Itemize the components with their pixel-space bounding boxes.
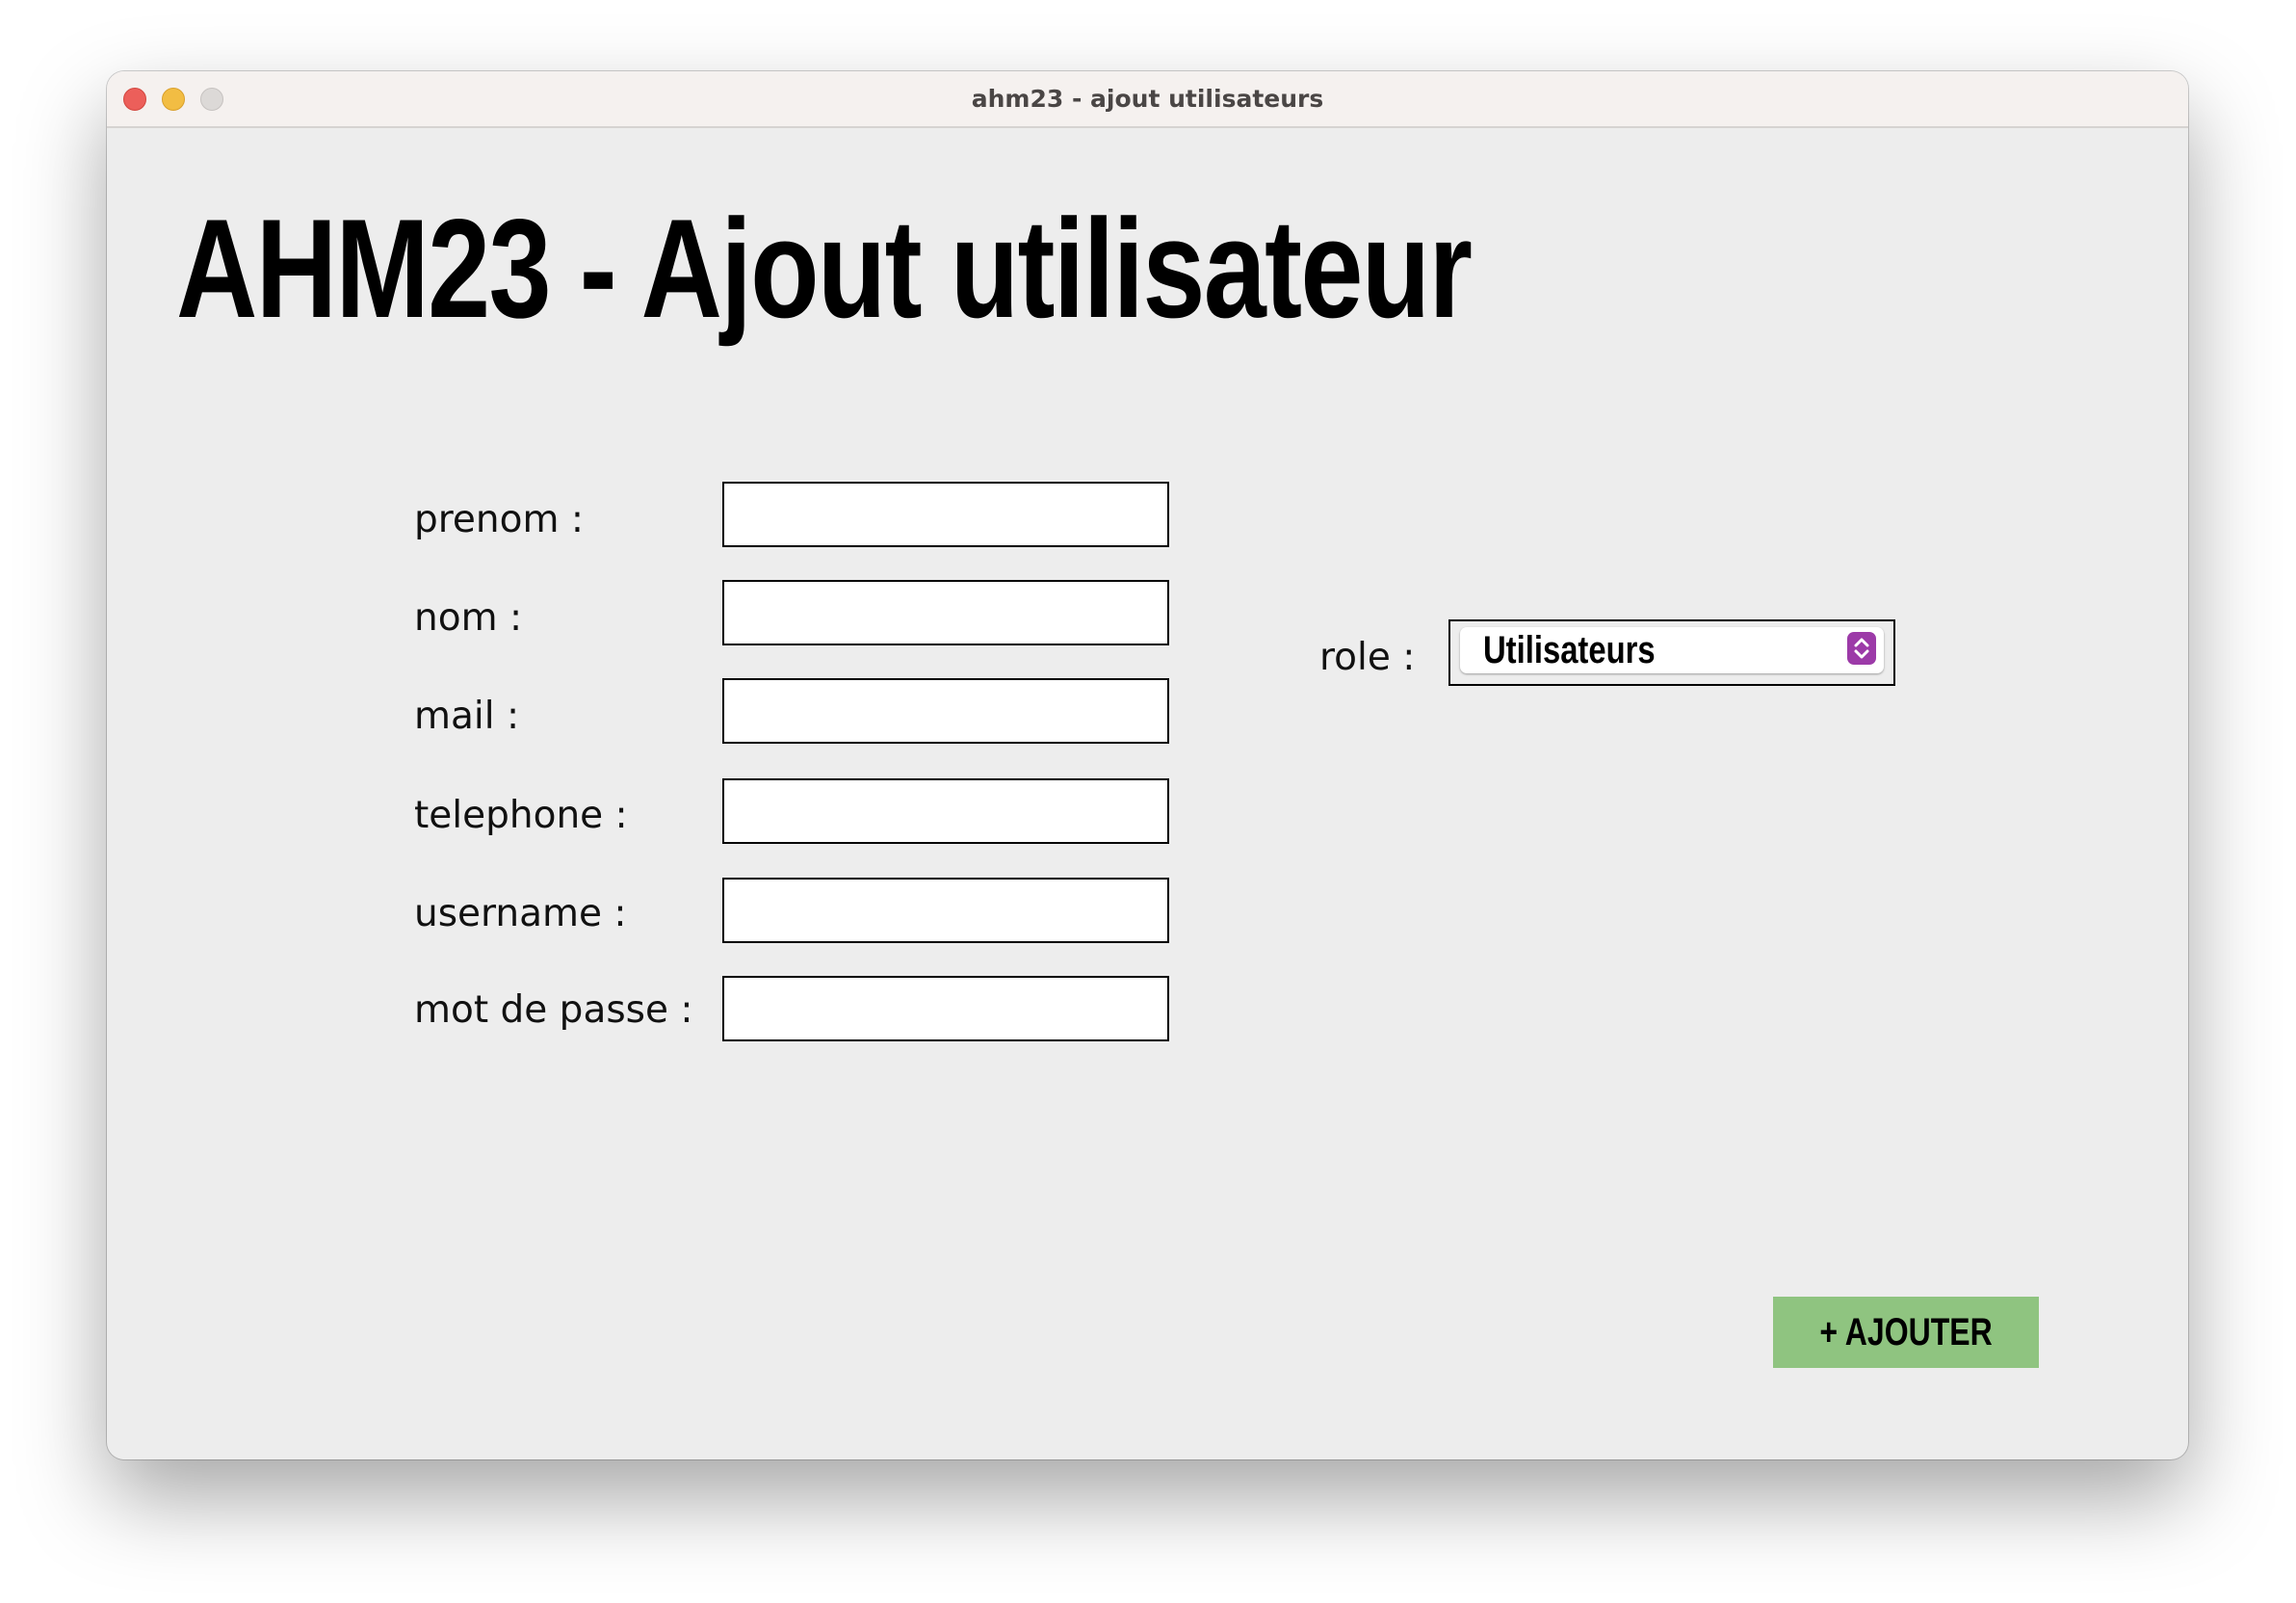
app-window: ahm23 - ajout utilisateurs AHM23 - Ajout… (107, 71, 2188, 1459)
role-select-popup[interactable]: Utilisateurs (1460, 627, 1884, 673)
username-label: username : (414, 892, 627, 935)
mail-label: mail : (414, 695, 520, 738)
role-select[interactable]: Utilisateurs (1448, 619, 1895, 686)
up-down-chevron-icon (1847, 632, 1876, 665)
mail-input[interactable] (722, 678, 1169, 744)
add-user-button-label-wrap: + AJOUTER (1773, 1297, 2039, 1368)
prenom-label: prenom : (414, 498, 585, 541)
prenom-input[interactable] (722, 482, 1169, 547)
password-input[interactable] (722, 976, 1169, 1041)
role-label: role : (1319, 636, 1416, 679)
add-user-button[interactable]: + AJOUTER (1773, 1297, 2039, 1368)
window-title: ahm23 - ajout utilisateurs (971, 85, 1324, 113)
title-bar: ahm23 - ajout utilisateurs (107, 71, 2188, 128)
add-user-button-label: + AJOUTER (1819, 1311, 1993, 1353)
telephone-label: telephone : (414, 794, 628, 837)
role-selected-value: Utilisateurs (1483, 629, 1656, 671)
nom-label: nom : (414, 596, 523, 640)
password-label: mot de passe : (414, 988, 693, 1032)
username-input[interactable] (722, 878, 1169, 943)
page-title: AHM23 - Ajout utilisateur (176, 190, 1473, 347)
telephone-input[interactable] (722, 778, 1169, 844)
nom-input[interactable] (722, 580, 1169, 645)
